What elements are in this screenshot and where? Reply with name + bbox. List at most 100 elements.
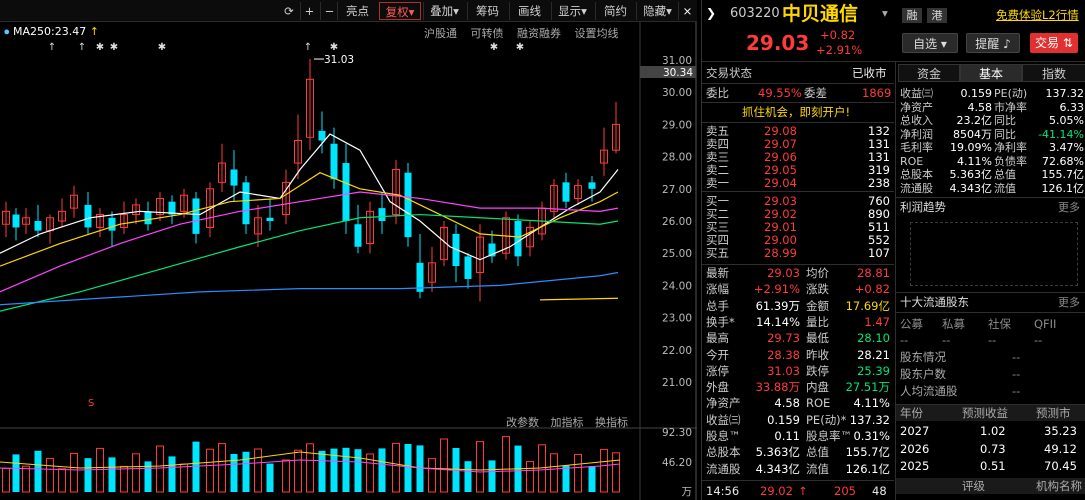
refresh-icon[interactable]: ⟳ <box>280 2 298 20</box>
link-margin[interactable]: 融资融券 <box>517 27 561 40</box>
chart-toolbar: ⟳ + − 亮点 复权▾ 叠加▾ 筹码 画线 显示▾ 简约 隐藏▾ × <box>0 0 697 22</box>
promo-link[interactable]: 抓住机会，即刻开户! <box>742 105 850 120</box>
quote-value: 4.11% <box>853 396 890 411</box>
event-marker: ↑ <box>304 42 312 53</box>
quote-value: 14.14% <box>756 314 800 329</box>
link-set-ma[interactable]: 设置均线 <box>575 27 619 40</box>
fundamental-label: 流通股 <box>900 181 933 195</box>
event-marker: ↑ <box>78 42 86 53</box>
holders-title: 十大流通股东 <box>900 295 969 309</box>
fundamental-value: 126.1亿 <box>1041 181 1085 195</box>
quote-value: 0.159 <box>767 412 800 427</box>
toolbar-display-label: 显示 <box>558 4 582 18</box>
holders-dash-0: -- <box>900 333 909 347</box>
volume-bar-down <box>318 450 326 492</box>
volume-bar-up <box>70 452 78 493</box>
buy-level-volume: 107 <box>868 246 890 260</box>
toolbar-draw-button[interactable]: 画线 <box>509 2 549 20</box>
link-switch-indicator[interactable]: 换指标 <box>595 416 628 429</box>
collapse-icon[interactable]: ❯ <box>706 6 716 21</box>
quote-label: 股息™ <box>706 429 741 443</box>
order-book: 卖五 29.08 132 卖四 29.07 131 卖三 29.06 131 卖二 29.05 319… <box>702 124 894 264</box>
alert-button[interactable]: 提醒 ♪ <box>966 33 1020 53</box>
price-axis-label: 31.00 <box>662 55 692 67</box>
event-marker: ✱ <box>330 42 338 53</box>
forecast-year: 2027 <box>900 424 930 438</box>
quote-value: 27.51万 <box>845 380 890 395</box>
volume-bar-down <box>404 444 412 492</box>
tab-funds[interactable]: 资金 <box>898 64 960 82</box>
candle-down <box>588 182 596 189</box>
candle-down <box>562 182 570 202</box>
profit-trend-more[interactable]: 更多 <box>1058 200 1080 215</box>
quote-value: 28.21 <box>857 347 890 362</box>
quote-value: 28.38 <box>767 347 800 362</box>
event-marker: ✱ <box>516 42 524 53</box>
wc-value: 1869 <box>862 86 892 100</box>
high-marker-label: 31.03 <box>324 54 354 66</box>
forecast-col-pe: 预测市 <box>1036 406 1071 420</box>
sell-level-label: 卖一 <box>706 176 729 190</box>
tab-basic[interactable]: 基本 <box>960 64 1022 82</box>
sell-level-volume: 238 <box>868 176 890 190</box>
holder-row-label: 股东户数 <box>900 367 946 381</box>
link-add-indicator[interactable]: 加指标 <box>551 416 584 429</box>
ma5-line <box>0 133 619 261</box>
volume-bar-up <box>612 452 620 493</box>
toolbar-chips-button[interactable]: 筹码 <box>467 2 507 20</box>
close-icon[interactable]: × <box>678 2 696 20</box>
volume-bar-down <box>84 458 92 492</box>
trade-label: 交易 <box>1035 36 1060 50</box>
quote-value: 33.88万 <box>755 380 800 395</box>
toolbar-overlay-button[interactable]: 叠加▾ <box>423 2 465 20</box>
quote-label: 收益㈢ <box>706 412 741 427</box>
holders-more[interactable]: 更多 <box>1058 295 1080 310</box>
candle-down <box>464 256 472 279</box>
chevron-down-icon: ▾ <box>940 37 947 51</box>
candle-down <box>354 224 362 247</box>
price-axis-label: 27.00 <box>662 184 692 196</box>
price-axis-label: 21.00 <box>662 377 692 389</box>
price-change-pct: +2.91% <box>816 43 863 57</box>
forecast-col-year: 年份 <box>900 406 923 420</box>
zoom-in-icon[interactable]: + <box>300 2 318 20</box>
candle-down <box>108 217 116 231</box>
tick-volume: 205 <box>834 484 856 498</box>
quote-label: 流通股 <box>706 461 741 476</box>
zoom-out-icon[interactable]: − <box>320 2 338 20</box>
price-axis-label: 29.00 <box>662 119 692 131</box>
quote-label: 今开 <box>706 347 729 362</box>
wb-label: 委比 <box>706 86 729 100</box>
volume-bar-up <box>294 449 302 493</box>
tab-index[interactable]: 指数 <box>1022 64 1085 82</box>
up-arrow-icon: ↑ <box>89 25 99 38</box>
trade-button[interactable]: 交易 ⇅ <box>1030 33 1078 53</box>
toolbar-display-button[interactable]: 显示▾ <box>551 2 593 20</box>
swap-icon: ⇅ <box>1062 36 1073 50</box>
add-watchlist-button[interactable]: 自选 ▾ <box>902 33 958 53</box>
toolbar-hide-button[interactable]: 隐藏▾ <box>636 2 678 20</box>
dropdown-icon[interactable]: ▾ <box>882 6 888 21</box>
toolbar-adjust-button[interactable]: 复权▾ <box>379 2 421 20</box>
holder-row-value: -- <box>1012 384 1021 398</box>
holders-col-qfii: QFII <box>1034 317 1057 331</box>
link-hk-connect[interactable]: 沪股通 <box>424 27 457 40</box>
wc-label: 委差 <box>804 86 827 100</box>
quote-value: 1.47 <box>864 314 890 329</box>
quote-label: 涨跌 <box>806 282 829 297</box>
volume-bar-up <box>22 465 30 493</box>
volume-bar-up <box>156 445 164 493</box>
link-convertible[interactable]: 可转债 <box>471 27 504 40</box>
ma-legend-icon: ⦁ <box>4 25 10 38</box>
toolbar-highlight-button[interactable]: 亮点 <box>337 2 377 20</box>
volume-axis-label: 92.30 <box>662 427 692 439</box>
holder-row-value: -- <box>1012 367 1021 381</box>
link-edit-params[interactable]: 改参数 <box>506 416 539 429</box>
quote-label: 最新 <box>706 266 729 280</box>
toolbar-simple-button[interactable]: 简约 <box>595 2 635 20</box>
forecast-pe: 49.12 <box>1044 441 1077 456</box>
free-l2-link[interactable]: 免费体验L2行情 <box>996 8 1079 23</box>
quote-label: 外盘 <box>706 380 729 395</box>
quote-label: 总值 <box>806 445 829 460</box>
volume-bar-up <box>526 461 534 493</box>
